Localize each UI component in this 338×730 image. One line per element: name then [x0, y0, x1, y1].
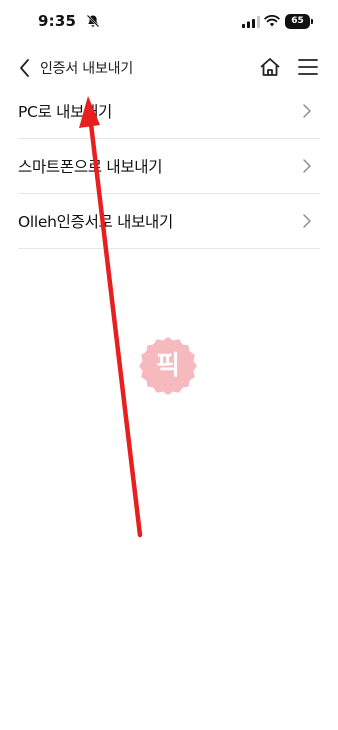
signal-icon [242, 16, 260, 28]
bell-slash-icon [86, 14, 100, 28]
export-to-smartphone-item[interactable]: 스마트폰으로 내보내기 [18, 139, 320, 194]
back-button[interactable] [14, 56, 38, 80]
export-to-olleh-item[interactable]: Olleh인증서로 내보내기 [18, 194, 320, 249]
page-title: 인증서 내보내기 [40, 61, 134, 77]
nav-bar: 인증서 내보내기 [0, 50, 338, 86]
watermark-badge: 픽 [138, 336, 198, 396]
battery-indicator: 65 [285, 14, 310, 29]
export-to-pc-label: PC로 내보내기 [18, 103, 112, 121]
watermark-text: 픽 [156, 351, 180, 381]
hamburger-menu-icon[interactable] [296, 56, 320, 78]
wifi-icon [264, 14, 280, 27]
status-time: 9:35 [38, 12, 77, 30]
chevron-right-icon [303, 214, 311, 228]
status-bar: 9:35 65 [0, 0, 338, 44]
export-to-smartphone-label: 스마트폰으로 내보내기 [18, 158, 163, 176]
chevron-right-icon [303, 159, 311, 173]
chevron-right-icon [303, 104, 311, 118]
home-icon[interactable] [258, 55, 282, 79]
battery-cap [311, 19, 313, 24]
export-options-list: PC로 내보내기 스마트폰으로 내보내기 Olleh인증서로 내보내기 [18, 84, 320, 249]
export-to-olleh-label: Olleh인증서로 내보내기 [18, 213, 173, 231]
export-to-pc-item[interactable]: PC로 내보내기 [18, 84, 320, 139]
